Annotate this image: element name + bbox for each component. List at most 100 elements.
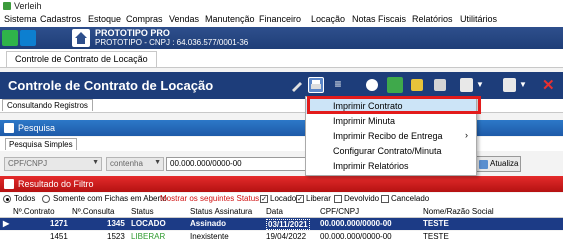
app-icon [3,2,11,10]
cell-cpf-cnpj: 00.000.000/0000-00 [320,219,392,228]
grid-header: Nº.Contrato Nº.Consulta Status Status As… [0,206,563,218]
menu-item-configurar-contrato[interactable]: Configurar Contrato/Minuta [306,144,476,159]
dropdown-arrow-icon[interactable]: ▼ [476,80,492,96]
cell-consulta: 1345 [107,219,125,228]
company-name: PROTOTIPO PRO [95,28,170,38]
cell-cpf-cnpj: 00.000.000/0000-00 [320,232,392,241]
menu-relatorios[interactable]: Relatórios [412,14,453,24]
result-section-label: Resultado do Filtro [18,179,94,189]
cell-status: LOCADO [131,219,166,228]
menu-utilitarios[interactable]: Utilitários [460,14,497,24]
menu-compras[interactable]: Compras [126,14,163,24]
search-field-select[interactable]: CPF/CNPJ ▼ [4,157,102,171]
search-operator-select[interactable]: contenha ▼ [106,157,164,171]
checkbox-devolvido[interactable] [334,195,342,203]
tab-pesquisa-simples[interactable]: Pesquisa Simples [5,138,77,150]
info-icon[interactable] [366,79,378,91]
search-operator-value: contenha [110,159,143,168]
col-consulta[interactable]: Nº.Consulta [72,207,115,216]
checkbox-locado-label: Locado [270,194,297,203]
key-icon[interactable] [411,79,423,91]
search-icon [4,123,14,133]
col-data[interactable]: Data [266,207,283,216]
tab-controle-contrato[interactable]: Controle de Contrato de Locação [6,51,157,67]
show-status-label: Mostrar os seguintes Status : [160,194,264,203]
window-title: Verleih [14,1,42,11]
radio-todos-label: Todos [14,194,36,203]
col-nome[interactable]: Nome/Razão Social [423,207,494,216]
chevron-down-icon: ▼ [92,159,99,166]
menu-financeiro[interactable]: Financeiro [259,14,301,24]
close-icon[interactable]: ✕ [542,76,558,94]
search-section-header: Pesquisa [0,120,563,136]
checkbox-cancelado[interactable] [381,195,389,203]
menu-item-imprimir-relatorios[interactable]: Imprimir Relatórios [306,159,476,174]
menu-bar: Sistema Cadastros Estoque Compras Vendas… [0,13,563,27]
money-icon[interactable] [387,77,403,93]
form-toolbar: Controle de Contrato de Locação ≡ ▼ ▼ ✕ [0,72,563,99]
home-icon [72,29,90,47]
cell-nome: TESTE [423,232,449,241]
cell-status-assinatura: Assinado [190,219,227,228]
col-status[interactable]: Status [131,207,154,216]
menu-vendas[interactable]: Vendas [169,14,199,24]
whatsapp-icon[interactable] [2,30,18,46]
result-section-header: Resultado do Filtro [0,176,563,192]
refresh-icon [479,160,488,169]
search-mode-tabs: Pesquisa Simples [0,137,563,151]
menu-locacao[interactable]: Locação [311,14,345,24]
status-filter-row: Todos Somente com Fichas em Aberto Mostr… [0,193,563,206]
menu-sistema[interactable]: Sistema [4,14,37,24]
company-banner: PROTOTIPO PRO PROTOTIPO - CNPJ : 64.036.… [0,27,563,49]
edit-icon[interactable] [289,77,305,93]
checkbox-liberar-label: Liberar [306,194,331,203]
dropdown-arrow-icon[interactable]: ▼ [519,80,535,96]
menu-item-imprimir-minuta[interactable]: Imprimir Minuta [306,114,476,129]
cell-nome: TESTE [423,219,449,228]
col-contrato[interactable]: Nº.Contrato [13,207,55,216]
cell-contrato: 1271 [50,219,68,228]
print-icon[interactable] [308,77,324,93]
menu-estoque[interactable]: Estoque [88,14,121,24]
radio-todos[interactable] [3,195,11,203]
menu-cadastros[interactable]: Cadastros [40,14,81,24]
tools-icon[interactable] [434,79,446,91]
chevron-down-icon: ▼ [154,159,161,166]
window-titlebar: Verleih [0,0,563,13]
row-pointer-icon: ▶ [3,219,10,228]
more-options-icon[interactable]: ≡ [330,77,346,93]
refresh-label: Atualiza [490,159,519,168]
col-cpf-cnpj[interactable]: CPF/CNPJ [320,207,359,216]
checkbox-liberar[interactable]: ✓ [296,195,304,203]
menu-item-recibo-entrega-label: Imprimir Recibo de Entrega [333,131,443,141]
tab-consultando-registros[interactable]: Consultando Registros [2,99,93,111]
document-tabs: Controle de Contrato de Locação [0,49,563,68]
checkbox-cancelado-label: Cancelado [391,194,430,203]
checkbox-devolvido-label: Devolvido [344,194,380,203]
search-row: CPF/CNPJ ▼ contenha ▼ 00.000.000/0000-00 A… [0,153,563,175]
company-cnpj: PROTOTIPO - CNPJ : 64.036.577/0001-36 [95,38,249,47]
cell-consulta: 1523 [107,232,125,241]
checkbox-locado[interactable]: ✓ [260,195,268,203]
search-field-value: CPF/CNPJ [8,159,48,168]
radio-open-only-label: Somente com Fichas em Aberto [53,194,167,203]
menu-item-recibo-entrega[interactable]: Imprimir Recibo de Entrega › [306,129,476,144]
chevron-right-icon: › [465,130,468,140]
cell-data: 03/11/2021 [266,219,310,230]
menu-notas-fiscais[interactable]: Notas Fiscais [352,14,406,24]
highlight-box [307,96,481,114]
cell-status-assinatura: Inexistente [190,232,229,241]
document-icon[interactable] [460,78,473,92]
table-row[interactable]: 1451 1523 LIBERAR Inexistente 19/04/2022… [0,231,563,242]
refresh-button[interactable]: Atualiza [475,156,521,172]
report-icon[interactable] [503,78,516,92]
form-title: Controle de Contrato de Locação [8,78,214,93]
col-status-assinatura[interactable]: Status Assinatura [190,207,252,216]
search-section-label: Pesquisa [18,123,56,133]
cell-data: 19/04/2022 [266,232,307,241]
table-row[interactable]: ▶ 1271 1345 LOCADO Assinado 03/11/2021 0… [0,218,563,230]
filter-icon [4,179,14,189]
menu-manutencao[interactable]: Manutenção [205,14,255,24]
remote-support-icon[interactable] [20,30,36,46]
radio-open-only[interactable] [42,195,50,203]
